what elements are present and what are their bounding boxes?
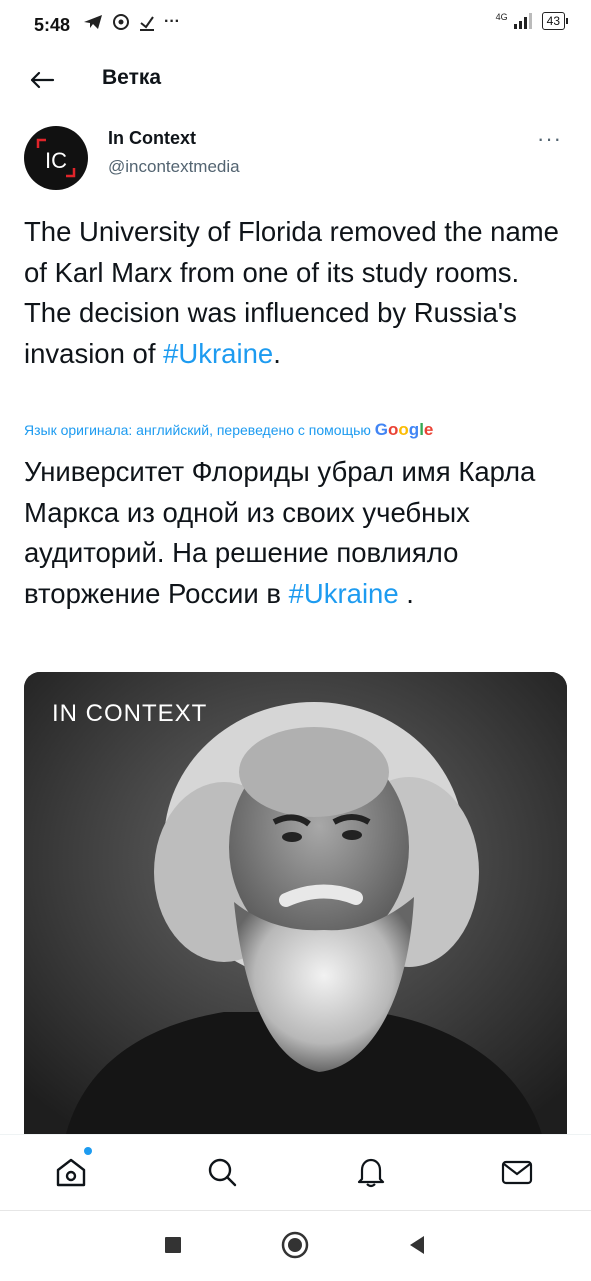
telegram-icon: [84, 15, 102, 29]
recents-icon[interactable]: [163, 1235, 183, 1255]
author-handle[interactable]: @incontextmedia: [108, 157, 240, 177]
author-name[interactable]: In Context: [108, 128, 196, 149]
google-logo: Google: [374, 420, 434, 439]
translated-text-body: Университет Флориды убрал имя Карла Марк…: [24, 456, 536, 609]
home-system-icon[interactable]: [281, 1231, 309, 1259]
notifications-icon[interactable]: [354, 1155, 388, 1189]
avatar[interactable]: IC: [24, 126, 88, 190]
translated-text-end: .: [398, 577, 414, 609]
new-content-dot: [84, 1147, 92, 1155]
search-icon[interactable]: [205, 1155, 239, 1189]
image-watermark: IN CONTEXT: [52, 700, 208, 727]
battery-indicator: 43: [541, 12, 569, 30]
network-type: 4G: [495, 12, 508, 22]
hashtag-link[interactable]: #Ukraine: [163, 338, 273, 369]
translated-text: Университет Флориды убрал имя Карла Марк…: [24, 452, 569, 614]
more-options-icon[interactable]: ···: [537, 126, 562, 152]
tweet-image[interactable]: IN CONTEXT: [24, 672, 567, 1142]
notification-app-icon: [113, 14, 129, 30]
tweet-text-body: The University of Florida removed the na…: [24, 216, 559, 369]
translation-label-text: Язык оригинала: английский, переведено с…: [24, 422, 371, 438]
messages-icon[interactable]: [500, 1155, 534, 1189]
header-bar: Ветка: [0, 52, 591, 108]
tweet-text-end: .: [273, 337, 281, 369]
status-more-icon: ···: [164, 13, 180, 30]
translation-label[interactable]: Язык оригинала: английский, переведено с…: [24, 420, 584, 440]
page-title: Ветка: [102, 66, 162, 89]
status-bar: 5:48 ··· 4G 43: [0, 0, 591, 52]
back-system-icon[interactable]: [406, 1234, 428, 1256]
back-arrow-icon[interactable]: [26, 64, 58, 96]
bottom-nav: [0, 1134, 591, 1211]
home-icon[interactable]: [54, 1155, 88, 1189]
portrait-image: [24, 672, 567, 1142]
signal-icon: [513, 13, 532, 29]
status-time: 5:48: [34, 15, 71, 35]
tweet-text: The University of Florida removed the na…: [24, 212, 569, 374]
system-nav-bar: [0, 1210, 591, 1281]
translated-hashtag-link[interactable]: #Ukraine: [289, 578, 399, 609]
incontext-logo: IC: [36, 138, 76, 178]
avatar-text: IC: [45, 148, 67, 173]
download-icon: [140, 16, 154, 31]
